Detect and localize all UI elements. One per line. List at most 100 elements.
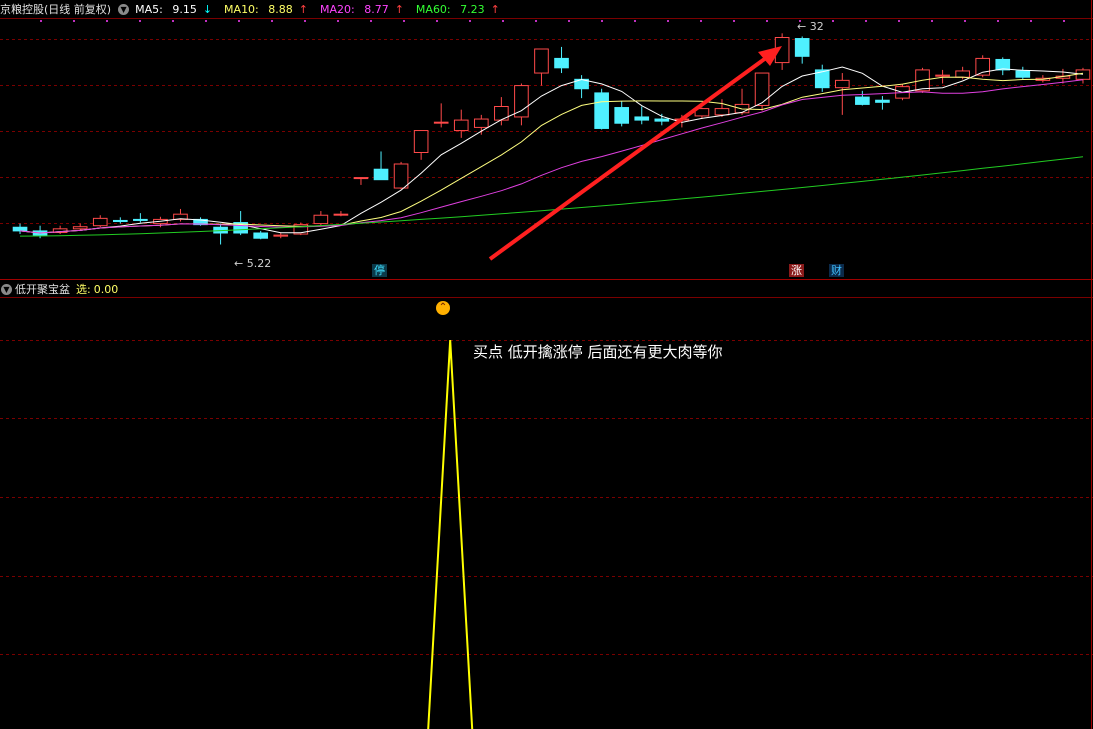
- candle: [494, 97, 509, 126]
- ma60-label: MA60:: [415, 2, 451, 16]
- buy-point-annotation: 买点 低开擒涨停 后面还有更大肉等你: [473, 343, 723, 361]
- candle-body: [112, 219, 128, 222]
- marker-dot: [304, 20, 306, 22]
- select-value: 0.00: [93, 282, 119, 296]
- marker-dot: [502, 20, 504, 22]
- ma60-readout: MA60: 7.23 ↑: [416, 3, 506, 16]
- candle: [734, 88, 750, 115]
- marker-dot: [601, 20, 603, 22]
- marker-dot: [1030, 20, 1032, 22]
- indicator-signal: [427, 339, 474, 729]
- candle: [453, 109, 469, 138]
- candle: [1075, 67, 1091, 84]
- marker-dot: [205, 20, 207, 22]
- up-arrow-icon: ↑: [298, 2, 308, 16]
- candle-body: [72, 226, 88, 230]
- candle: [574, 75, 589, 99]
- marker-dot: [733, 20, 735, 22]
- down-arrow-icon: ↓: [202, 2, 213, 16]
- candle-body: [634, 116, 650, 121]
- candle-body: [654, 118, 670, 122]
- high-price-value: 32: [809, 20, 824, 33]
- suspension-tag[interactable]: 停: [372, 264, 387, 277]
- candle-body: [875, 99, 890, 103]
- ma10-label: MA10:: [224, 2, 259, 16]
- candle-body: [1075, 69, 1091, 80]
- candle: [353, 177, 369, 185]
- candle-body: [92, 217, 108, 227]
- marker-dot: [172, 20, 174, 22]
- candle-body: [714, 108, 730, 116]
- candle-body: [614, 107, 630, 124]
- marker-dot: [997, 20, 999, 22]
- marker-dot: [337, 20, 339, 22]
- marker-dot: [766, 20, 768, 22]
- marker-dot: [634, 20, 636, 22]
- marker-dot: [1063, 20, 1065, 22]
- marker-dot: [832, 20, 834, 22]
- limit-up-tag[interactable]: 涨: [789, 264, 804, 277]
- ma20-label: MA20:: [319, 2, 355, 16]
- select-label: 选:: [76, 283, 91, 296]
- candle: [514, 83, 529, 126]
- low-price-value: 5.22: [246, 257, 272, 270]
- candle-body: [333, 213, 349, 216]
- finance-tag[interactable]: 财: [829, 264, 844, 277]
- marker-dot: [667, 20, 669, 22]
- candle-body: [273, 234, 289, 237]
- marker-dot: [238, 20, 240, 22]
- candle-body: [413, 130, 429, 154]
- marker-dot: [403, 20, 405, 22]
- marker-dot: [535, 20, 537, 22]
- candle: [794, 36, 810, 64]
- candle-body: [453, 119, 469, 132]
- candle: [52, 225, 68, 235]
- up-arrow-icon: ↑: [394, 2, 404, 16]
- ma5-value: 9.15: [172, 2, 197, 16]
- ma10-value: 8.88: [268, 2, 293, 16]
- candle: [654, 113, 670, 126]
- candle: [333, 211, 349, 217]
- candle: [92, 215, 108, 228]
- candle: [875, 96, 890, 110]
- candle: [393, 161, 409, 190]
- candle: [995, 57, 1011, 76]
- candle: [534, 48, 549, 86]
- candle: [814, 64, 830, 92]
- candle-body: [253, 232, 269, 239]
- candle: [594, 88, 609, 130]
- candle-body: [995, 58, 1011, 71]
- ma20-readout: MA20: 8.77 ↑: [320, 3, 410, 16]
- signal-spike: [427, 339, 474, 729]
- candle-body: [373, 168, 389, 181]
- candle: [313, 211, 329, 226]
- marker-dot: [568, 20, 570, 22]
- marker-dot: [469, 20, 471, 22]
- candle-body: [534, 48, 549, 74]
- high-price-label: ← 32: [797, 20, 824, 33]
- candle-body: [794, 38, 810, 57]
- candle: [1015, 66, 1031, 80]
- kline-chart[interactable]: [0, 0, 1093, 729]
- candle-body: [393, 163, 409, 189]
- indicator-name: 低开聚宝盆: [15, 283, 70, 296]
- chevron-down-icon[interactable]: ▼: [118, 3, 130, 15]
- candle-body: [353, 177, 369, 180]
- candle: [634, 106, 650, 125]
- ma10-line: [19, 72, 1084, 234]
- candle-body: [1015, 70, 1031, 78]
- candle-body: [594, 92, 609, 129]
- candle: [112, 217, 128, 224]
- chevron-down-icon[interactable]: ▼: [1, 283, 12, 295]
- candle-body: [514, 85, 529, 118]
- ma60-value: 7.23: [460, 2, 485, 16]
- main-chart-header: 京粮控股(日线 前复权) ▼ MA5: 9.15 ↓ MA10: 8.88 ↑ MA…: [0, 0, 512, 18]
- price-grid: [0, 0, 1093, 729]
- candle: [213, 223, 228, 245]
- low-price-label: ← 5.22: [234, 257, 272, 270]
- marker-dot: [700, 20, 702, 22]
- indicator-grid: [0, 340, 1093, 655]
- marker-dot: [898, 20, 900, 22]
- candle: [133, 213, 148, 223]
- signal-marker-icon[interactable]: ⌃: [436, 301, 450, 315]
